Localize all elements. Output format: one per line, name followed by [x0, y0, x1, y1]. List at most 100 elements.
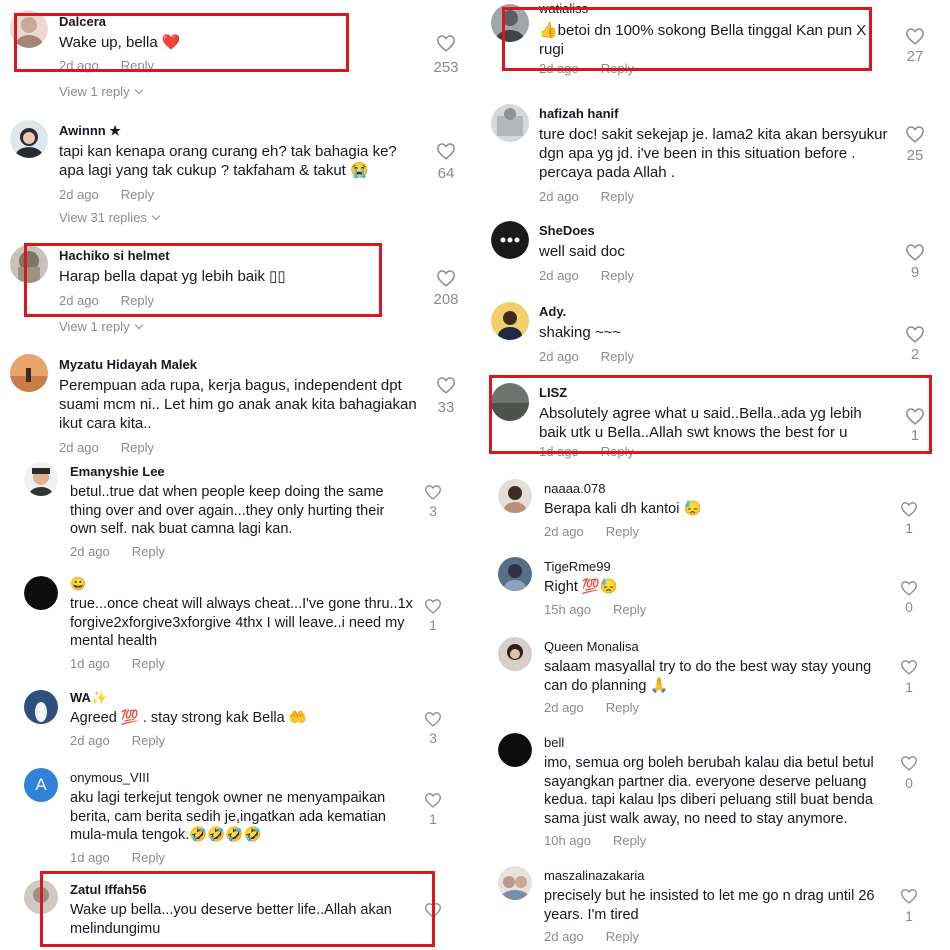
like-count: 27 — [906, 48, 924, 65]
avatar[interactable] — [24, 576, 58, 610]
like-button[interactable] — [431, 142, 461, 160]
highlight-box — [24, 243, 382, 317]
like-count: 33 — [437, 399, 455, 416]
reply-button[interactable]: Reply — [613, 602, 646, 618]
like-button[interactable] — [418, 711, 448, 727]
comment-username[interactable]: maszalinazakaria — [544, 868, 889, 884]
like-button[interactable] — [900, 325, 930, 343]
comment-text: Perempuan ada rupa, kerja bagus, indepen… — [59, 377, 417, 432]
like-button[interactable] — [418, 792, 448, 808]
like-button[interactable] — [418, 484, 448, 500]
comment-column-right: watialiss 👍betoi dn 100% sokong Bella ti… — [475, 0, 950, 950]
avatar[interactable] — [491, 221, 529, 259]
reply-button[interactable]: Reply — [121, 187, 154, 203]
reply-button[interactable]: Reply — [601, 268, 634, 284]
like-button[interactable] — [900, 243, 930, 261]
comment-username[interactable]: Awinnn ★ — [59, 123, 419, 139]
reply-button[interactable]: Reply — [606, 700, 639, 716]
comment-date: 2d ago — [544, 700, 584, 715]
heart-outline-icon — [906, 28, 924, 45]
reply-button[interactable]: Reply — [606, 524, 639, 540]
comment-username[interactable]: 😀 — [70, 576, 415, 592]
comment-text: well said doc — [539, 243, 625, 260]
comment-date: 2d ago — [544, 523, 584, 539]
comment-text: tapi kan kenapa orang curang eh? tak bah… — [59, 143, 397, 179]
heart-outline-icon — [906, 126, 924, 143]
like-button[interactable] — [418, 598, 448, 614]
like-count: 64 — [437, 165, 455, 182]
like-count: 2 — [910, 346, 920, 363]
like-count: 1 — [905, 520, 913, 536]
like-count: 0 — [905, 775, 913, 791]
view-replies-button[interactable]: View 31 replies — [59, 210, 161, 226]
like-button[interactable] — [900, 27, 930, 45]
comment-username[interactable]: Myzatu Hidayah Malek — [59, 357, 429, 373]
like-button[interactable] — [431, 376, 461, 394]
reply-button[interactable]: Reply — [601, 349, 634, 365]
avatar[interactable] — [498, 866, 532, 900]
heart-outline-icon — [425, 599, 441, 614]
comment-username[interactable]: WA✨ — [70, 690, 410, 706]
avatar[interactable] — [498, 479, 532, 513]
reply-button[interactable]: Reply — [601, 189, 634, 205]
like-count: 208 — [433, 291, 459, 308]
heart-outline-icon — [437, 35, 455, 52]
like-button[interactable] — [894, 659, 924, 675]
comment-text: Agreed 💯 . stay strong kak Bella 🤲 — [70, 710, 307, 726]
comment-text: precisely but he insisted to let me go n… — [544, 888, 875, 923]
highlight-box — [40, 871, 435, 947]
comment-date: 15h ago — [544, 601, 591, 617]
reply-button[interactable]: Reply — [121, 440, 154, 456]
avatar[interactable] — [24, 690, 58, 724]
comment-username[interactable]: Ady. — [539, 304, 889, 320]
like-button[interactable] — [894, 501, 924, 517]
comment-username[interactable]: bell — [544, 735, 889, 751]
avatar[interactable] — [24, 462, 58, 496]
reply-button[interactable]: Reply — [606, 929, 639, 945]
comment-username[interactable]: naaaa.078 — [544, 481, 889, 497]
comment-username[interactable]: onymous_VIII — [70, 770, 410, 786]
heart-outline-icon — [906, 326, 924, 343]
comment-column-left: Dalcera Wake up, bella ❤️ 2d ago Reply 25… — [0, 0, 475, 950]
reply-button[interactable]: Reply — [132, 733, 165, 749]
comment-text: salaam masyallal try to do the best way … — [544, 659, 872, 694]
chevron-down-icon — [151, 211, 161, 221]
heart-outline-icon — [425, 712, 441, 727]
comment-username[interactable]: TigeRme99 — [544, 559, 889, 575]
comment-username[interactable]: Queen Monalisa — [544, 639, 889, 655]
like-button[interactable] — [431, 269, 461, 287]
reply-button[interactable]: Reply — [132, 544, 165, 560]
avatar[interactable] — [498, 557, 532, 591]
comment-username[interactable]: Emanyshie Lee — [70, 464, 405, 480]
avatar[interactable]: A — [24, 768, 58, 802]
comment-username[interactable]: hafizah hanif — [539, 106, 889, 122]
comment-text: imo, semua org boleh berubah kalau dia b… — [544, 755, 874, 827]
like-button[interactable] — [900, 125, 930, 143]
reply-button[interactable]: Reply — [132, 656, 165, 672]
like-count: 3 — [429, 503, 437, 519]
comment-date: 2d ago — [539, 189, 579, 204]
comment-date: 2d ago — [539, 349, 579, 364]
avatar[interactable] — [491, 104, 529, 142]
avatar[interactable] — [498, 637, 532, 671]
view-replies-button[interactable]: View 1 reply — [59, 319, 143, 335]
heart-outline-icon — [425, 793, 441, 808]
comment-text: betul..true dat when people keep doing t… — [70, 484, 385, 537]
avatar[interactable] — [10, 354, 48, 392]
avatar[interactable] — [498, 733, 532, 767]
avatar[interactable] — [10, 120, 48, 158]
heart-outline-icon — [901, 756, 917, 771]
reply-button[interactable]: Reply — [132, 850, 165, 866]
comment-text: aku lagi terkejut tengok owner ne menyam… — [70, 790, 386, 843]
like-count: 1 — [429, 811, 437, 827]
comment-username[interactable]: SheDoes — [539, 223, 889, 239]
like-button[interactable] — [894, 888, 924, 904]
reply-button[interactable]: Reply — [613, 833, 646, 849]
like-button[interactable] — [894, 755, 924, 771]
avatar[interactable] — [491, 302, 529, 340]
view-replies-button[interactable]: View 1 reply — [59, 84, 143, 100]
highlight-box — [489, 375, 932, 454]
like-button[interactable] — [431, 34, 461, 52]
like-button[interactable] — [894, 580, 924, 596]
heart-outline-icon — [437, 270, 455, 287]
